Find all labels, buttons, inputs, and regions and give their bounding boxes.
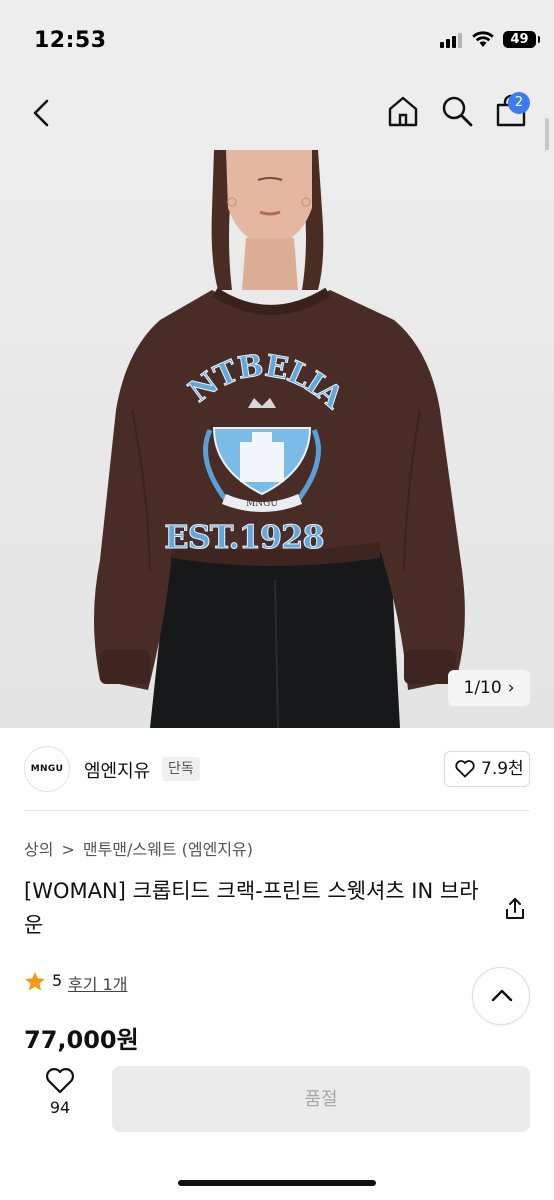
chevron-right-icon: > xyxy=(61,840,75,859)
search-icon[interactable] xyxy=(440,94,474,128)
brand-like-button[interactable]: 7.9천 xyxy=(444,751,530,787)
product-image-carousel[interactable]: MONTBELIARD MNGU EST.1928 1/10› xyxy=(0,150,554,728)
share-icon[interactable] xyxy=(502,896,528,922)
wifi-icon xyxy=(472,31,494,47)
home-indicator xyxy=(178,1180,376,1186)
breadcrumb: 상의 > 맨투맨/스웨트 (엠엔지유) xyxy=(24,836,253,860)
product-price: 77,000원 xyxy=(24,1026,139,1054)
heart-icon xyxy=(455,760,475,778)
status-bar: 12:53 49 xyxy=(0,0,554,80)
sold-out-button[interactable]: 품절 xyxy=(112,1066,530,1132)
brand-name[interactable]: 엠엔지유 xyxy=(84,757,150,783)
breadcrumb-category[interactable]: 상의 xyxy=(24,840,53,859)
star-icon xyxy=(25,972,45,991)
divider xyxy=(24,810,530,811)
print-bottom-text: EST.1928 xyxy=(164,518,323,556)
top-navigation xyxy=(0,80,554,150)
chevron-up-icon xyxy=(491,989,513,1002)
review-link[interactable]: 후기 1개 xyxy=(68,971,127,995)
back-arrow-icon[interactable] xyxy=(26,96,60,130)
image-counter-text: 1/10 xyxy=(463,678,502,698)
brand-like-count: 7.9천 xyxy=(481,759,524,779)
brand-logo[interactable]: MNGU xyxy=(24,746,70,792)
cellular-signal-icon xyxy=(440,32,464,48)
wishlist-count: 94 xyxy=(49,1098,71,1117)
scroll-to-top-button[interactable] xyxy=(472,967,530,1025)
cart-count-badge: 2 xyxy=(508,92,530,114)
breadcrumb-subcategory[interactable]: 맨투맨/스웨트 (엠엔지유) xyxy=(83,840,253,859)
product-photo: MONTBELIARD MNGU EST.1928 xyxy=(0,150,465,728)
heart-icon xyxy=(45,1068,75,1094)
exclusive-badge: 단독 xyxy=(162,757,200,781)
chevron-right-icon: › xyxy=(507,678,515,698)
home-icon[interactable] xyxy=(386,94,420,128)
print-ribbon-text: MNGU xyxy=(246,499,278,509)
wishlist-button[interactable]: 94 xyxy=(34,1068,86,1128)
rating-value: 5 xyxy=(52,971,63,990)
battery-icon: 49 xyxy=(503,31,540,48)
status-time: 12:53 xyxy=(34,28,107,53)
image-counter[interactable]: 1/10 › xyxy=(448,670,530,706)
product-title: [WOMAN] 크롭티드 크랙-프린트 스웻셔츠 IN 브라운 xyxy=(24,879,479,937)
